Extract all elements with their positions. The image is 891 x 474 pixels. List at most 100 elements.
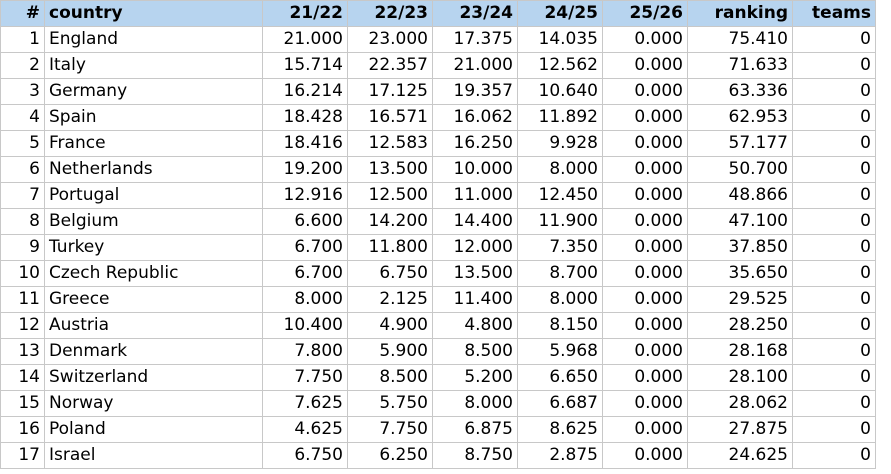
cell-country[interactable]: Greece: [44, 286, 263, 313]
cell-ranking[interactable]: 62.953: [687, 104, 793, 131]
cell-season-21-22[interactable]: 6.700: [262, 260, 348, 287]
table-row[interactable]: 16 Poland 4.625 7.750 6.875 8.625 0.000 27.875 0: [0, 416, 876, 443]
table-row[interactable]: 3 Germany 16.214 17.125 19.357 10.640 0.000 63.…: [0, 78, 876, 105]
cell-season-25-26[interactable]: 0.000: [602, 78, 688, 105]
cell-season-25-26[interactable]: 0.000: [602, 286, 688, 313]
cell-ranking[interactable]: 63.336: [687, 78, 793, 105]
cell-season-21-22[interactable]: 18.428: [262, 104, 348, 131]
cell-ranking[interactable]: 35.650: [687, 260, 793, 287]
table-row[interactable]: 17 Israel 6.750 6.250 8.750 2.875 0.000 24.625 0: [0, 442, 876, 469]
cell-season-22-23[interactable]: 16.571: [347, 104, 433, 131]
cell-season-24-25[interactable]: 6.650: [517, 364, 603, 391]
cell-season-22-23[interactable]: 6.250: [347, 442, 433, 469]
cell-country[interactable]: Belgium: [44, 208, 263, 235]
table-row[interactable]: 4 Spain 18.428 16.571 16.062 11.892 0.000 62.95…: [0, 104, 876, 131]
cell-ranking[interactable]: 28.100: [687, 364, 793, 391]
cell-season-21-22[interactable]: 10.400: [262, 312, 348, 339]
cell-season-25-26[interactable]: 0.000: [602, 104, 688, 131]
cell-teams[interactable]: 0: [792, 52, 876, 79]
table-row[interactable]: 8 Belgium 6.600 14.200 14.400 11.900 0.000 47.1…: [0, 208, 876, 235]
cell-teams[interactable]: 0: [792, 26, 876, 53]
cell-ranking[interactable]: 71.633: [687, 52, 793, 79]
cell-season-25-26[interactable]: 0.000: [602, 338, 688, 365]
cell-season-24-25[interactable]: 8.000: [517, 156, 603, 183]
cell-index[interactable]: 9: [0, 234, 45, 261]
cell-season-21-22[interactable]: 7.800: [262, 338, 348, 365]
cell-country[interactable]: Spain: [44, 104, 263, 131]
cell-ranking[interactable]: 28.062: [687, 390, 793, 417]
cell-season-24-25[interactable]: 11.900: [517, 208, 603, 235]
cell-teams[interactable]: 0: [792, 130, 876, 157]
cell-index[interactable]: 5: [0, 130, 45, 157]
cell-season-22-23[interactable]: 8.500: [347, 364, 433, 391]
cell-season-23-24[interactable]: 16.250: [432, 130, 518, 157]
cell-season-25-26[interactable]: 0.000: [602, 234, 688, 261]
cell-season-21-22[interactable]: 7.625: [262, 390, 348, 417]
cell-ranking[interactable]: 75.410: [687, 26, 793, 53]
cell-country[interactable]: Turkey: [44, 234, 263, 261]
cell-season-21-22[interactable]: 16.214: [262, 78, 348, 105]
cell-season-21-22[interactable]: 19.200: [262, 156, 348, 183]
cell-season-23-24[interactable]: 11.000: [432, 182, 518, 209]
cell-teams[interactable]: 0: [792, 442, 876, 469]
cell-index[interactable]: 3: [0, 78, 45, 105]
cell-teams[interactable]: 0: [792, 338, 876, 365]
cell-teams[interactable]: 0: [792, 104, 876, 131]
cell-season-23-24[interactable]: 19.357: [432, 78, 518, 105]
cell-teams[interactable]: 0: [792, 416, 876, 443]
cell-country[interactable]: Germany: [44, 78, 263, 105]
cell-season-24-25[interactable]: 8.700: [517, 260, 603, 287]
cell-season-24-25[interactable]: 8.000: [517, 286, 603, 313]
cell-season-25-26[interactable]: 0.000: [602, 208, 688, 235]
table-row[interactable]: 15 Norway 7.625 5.750 8.000 6.687 0.000 28.062 0: [0, 390, 876, 417]
cell-season-22-23[interactable]: 14.200: [347, 208, 433, 235]
cell-season-21-22[interactable]: 18.416: [262, 130, 348, 157]
cell-index[interactable]: 2: [0, 52, 45, 79]
table-row[interactable]: 5 France 18.416 12.583 16.250 9.928 0.000 57.17…: [0, 130, 876, 157]
cell-ranking[interactable]: 37.850: [687, 234, 793, 261]
cell-ranking[interactable]: 57.177: [687, 130, 793, 157]
cell-season-22-23[interactable]: 13.500: [347, 156, 433, 183]
cell-season-22-23[interactable]: 11.800: [347, 234, 433, 261]
cell-season-23-24[interactable]: 11.400: [432, 286, 518, 313]
cell-index[interactable]: 15: [0, 390, 45, 417]
cell-season-23-24[interactable]: 8.000: [432, 390, 518, 417]
cell-teams[interactable]: 0: [792, 260, 876, 287]
header-ranking[interactable]: ranking: [687, 0, 793, 27]
table-row[interactable]: 6 Netherlands 19.200 13.500 10.000 8.000 0.000…: [0, 156, 876, 183]
cell-teams[interactable]: 0: [792, 234, 876, 261]
cell-ranking[interactable]: 28.168: [687, 338, 793, 365]
cell-season-25-26[interactable]: 0.000: [602, 442, 688, 469]
cell-index[interactable]: 6: [0, 156, 45, 183]
cell-season-22-23[interactable]: 12.500: [347, 182, 433, 209]
cell-season-23-24[interactable]: 4.800: [432, 312, 518, 339]
cell-country[interactable]: Norway: [44, 390, 263, 417]
cell-ranking[interactable]: 27.875: [687, 416, 793, 443]
cell-season-23-24[interactable]: 16.062: [432, 104, 518, 131]
cell-index[interactable]: 14: [0, 364, 45, 391]
header-season-25-26[interactable]: 25/26: [602, 0, 688, 27]
cell-index[interactable]: 13: [0, 338, 45, 365]
header-teams[interactable]: teams: [792, 0, 876, 27]
cell-season-24-25[interactable]: 14.035: [517, 26, 603, 53]
cell-season-24-25[interactable]: 12.450: [517, 182, 603, 209]
cell-teams[interactable]: 0: [792, 390, 876, 417]
cell-teams[interactable]: 0: [792, 182, 876, 209]
cell-country[interactable]: Italy: [44, 52, 263, 79]
cell-season-22-23[interactable]: 22.357: [347, 52, 433, 79]
cell-season-21-22[interactable]: 6.700: [262, 234, 348, 261]
cell-season-25-26[interactable]: 0.000: [602, 390, 688, 417]
cell-season-22-23[interactable]: 5.750: [347, 390, 433, 417]
cell-season-23-24[interactable]: 8.750: [432, 442, 518, 469]
header-season-22-23[interactable]: 22/23: [347, 0, 433, 27]
cell-teams[interactable]: 0: [792, 78, 876, 105]
table-row[interactable]: 10 Czech Republic 6.700 6.750 13.500 8.700 0.0…: [0, 260, 876, 287]
table-row[interactable]: 7 Portugal 12.916 12.500 11.000 12.450 0.000 48…: [0, 182, 876, 209]
table-row[interactable]: 11 Greece 8.000 2.125 11.400 8.000 0.000 29.525…: [0, 286, 876, 313]
cell-season-25-26[interactable]: 0.000: [602, 364, 688, 391]
cell-index[interactable]: 11: [0, 286, 45, 313]
cell-country[interactable]: Israel: [44, 442, 263, 469]
cell-country[interactable]: France: [44, 130, 263, 157]
cell-index[interactable]: 8: [0, 208, 45, 235]
cell-country[interactable]: England: [44, 26, 263, 53]
